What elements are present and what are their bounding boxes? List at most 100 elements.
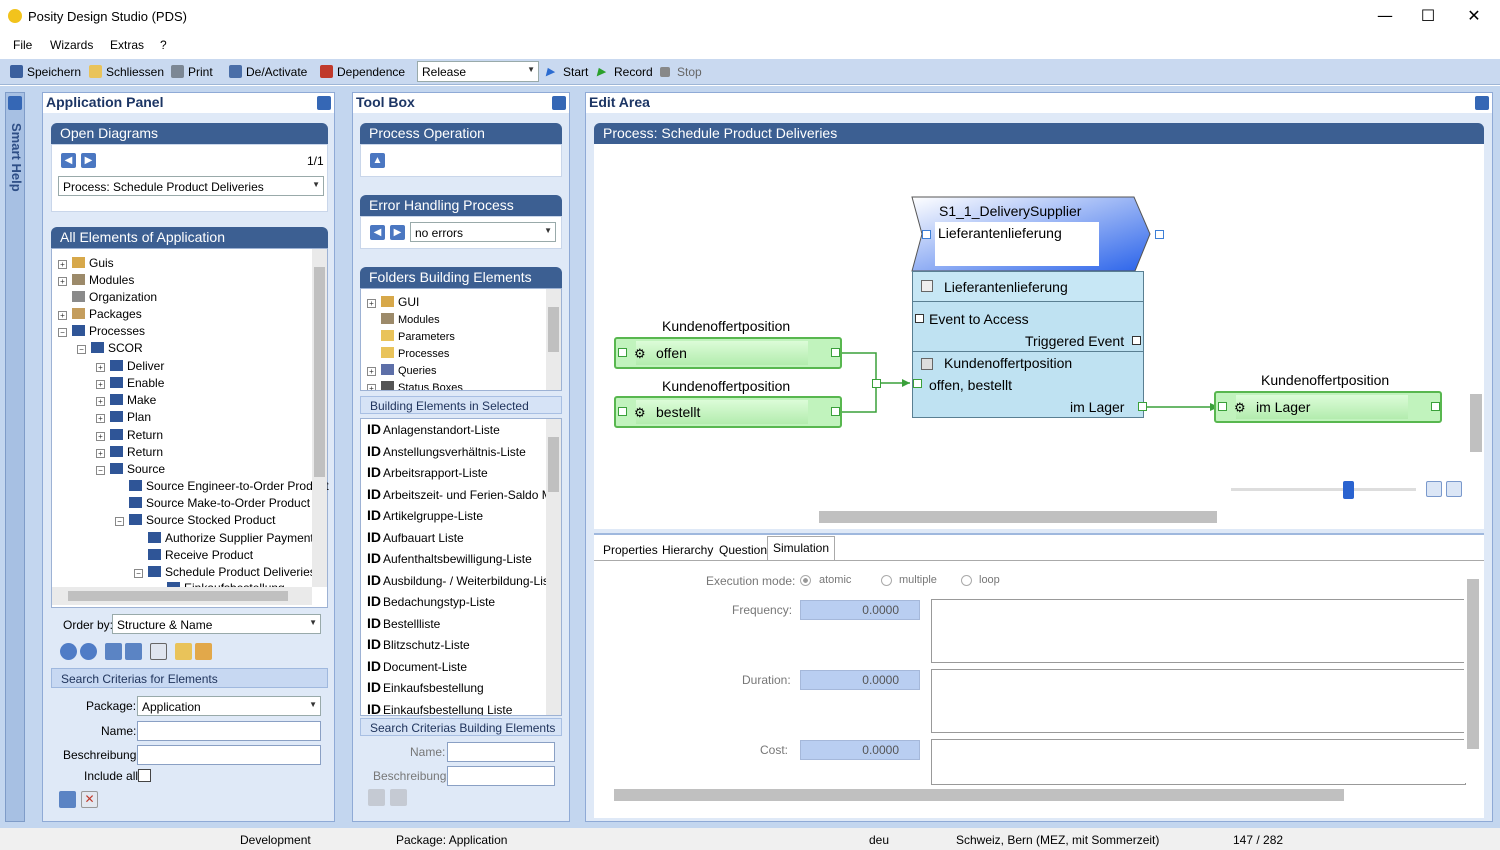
scroll-thumb[interactable] [614, 789, 1344, 801]
close-button[interactable]: ✕ [1459, 6, 1489, 26]
radio-multiple[interactable] [881, 575, 892, 586]
tree-item[interactable]: Authorize Supplier Payment [148, 531, 314, 545]
print-button[interactable]: Print [171, 63, 213, 81]
zoom-slider-thumb[interactable] [1343, 481, 1354, 499]
order-by-select[interactable]: Structure & Name ▼ [112, 614, 321, 634]
dependence-button[interactable]: Dependence [320, 63, 405, 81]
duration-notes[interactable] [931, 669, 1466, 733]
frequency-input[interactable]: 0.0000 [800, 600, 920, 620]
scroll-thumb[interactable] [68, 591, 288, 601]
zoom-reset-icon[interactable] [1446, 481, 1462, 497]
supplier-name-input[interactable]: Lieferantenlieferung [935, 222, 1099, 266]
pin-icon[interactable] [552, 96, 566, 110]
pin-icon[interactable] [1475, 96, 1489, 110]
tree-item[interactable]: + Plan [96, 410, 151, 424]
search-icon[interactable] [368, 789, 385, 806]
maximize-button[interactable]: ☐ [1413, 6, 1443, 26]
search-icon[interactable] [59, 791, 76, 808]
vertical-scrollbar[interactable] [1467, 144, 1484, 507]
horizontal-scrollbar[interactable] [52, 587, 312, 605]
record-button[interactable]: ▶ Record [597, 63, 653, 81]
list-item[interactable]: ID Bestellliste [367, 615, 440, 631]
diagram-canvas[interactable]: S1_1_DeliverySupplier Lieferantenlieferu… [594, 144, 1484, 529]
collapse-all-icon[interactable] [80, 643, 97, 660]
cost-input[interactable]: 0.0000 [800, 740, 920, 760]
triggered-event-port[interactable] [1132, 336, 1141, 345]
operation-box[interactable]: Lieferantenlieferung Event to Access Tri… [912, 271, 1144, 418]
tree-item[interactable]: + Deliver [96, 359, 164, 373]
menu-extras[interactable]: Extras [110, 38, 144, 52]
list-item[interactable]: ID Anlagenstandort-Liste [367, 421, 500, 437]
tree-item[interactable]: + Make [96, 393, 156, 407]
status-node-offen[interactable]: ⚙ offen [614, 337, 842, 369]
list-item[interactable]: ID Einkaufsbestellung Liste [367, 701, 512, 715]
tree-item[interactable]: Processes [381, 346, 449, 360]
tree-item[interactable]: + Return [96, 445, 163, 459]
back-arrow-icon[interactable]: ◀ [370, 225, 385, 240]
scroll-thumb[interactable] [548, 437, 559, 492]
forward-arrow-icon[interactable]: ▶ [390, 225, 405, 240]
list-item[interactable]: ID Aufenthaltsbewilligung-Liste [367, 550, 532, 566]
package-select[interactable]: Application ▼ [137, 696, 321, 716]
menu-help[interactable]: ? [160, 38, 167, 52]
radio-atomic[interactable] [800, 575, 811, 586]
delete-folder-icon[interactable] [195, 643, 212, 660]
tab-question[interactable]: Question [714, 539, 772, 561]
status-node-bestellt[interactable]: ⚙ bestellt [614, 396, 842, 428]
menu-wizards[interactable]: Wizards [50, 38, 93, 52]
name-input[interactable] [137, 721, 321, 741]
pin-icon[interactable] [317, 96, 331, 110]
tree-item[interactable]: + Guis [58, 256, 114, 270]
vertical-scrollbar[interactable] [546, 419, 561, 715]
frequency-notes[interactable] [931, 599, 1466, 663]
duration-input[interactable]: 0.0000 [800, 670, 920, 690]
tree-item[interactable]: Parameters [381, 329, 455, 343]
building-elements-list[interactable]: ID Anlagenstandort-Liste ID Anstellungsver… [360, 418, 562, 716]
list-item[interactable]: ID Blitzschutz-Liste [367, 636, 470, 652]
vertical-scrollbar[interactable] [1464, 563, 1481, 783]
tree-item[interactable]: − Schedule Product Deliveries [134, 565, 316, 579]
scroll-thumb[interactable] [548, 307, 559, 352]
tree-item[interactable]: Receive Product [148, 548, 253, 562]
horizontal-scrollbar[interactable] [594, 785, 1464, 803]
diagram-select[interactable]: Process: Schedule Product Deliveries ▼ [58, 176, 324, 196]
vertical-scrollbar[interactable] [312, 249, 327, 587]
tab-properties[interactable]: Properties [598, 539, 663, 561]
menu-file[interactable]: File [13, 38, 32, 52]
tree-item[interactable]: Modules [381, 312, 440, 326]
tree-item[interactable]: Source Engineer-to-Order Product [129, 479, 329, 493]
list-item[interactable]: ID Bedachungstyp-Liste [367, 593, 495, 609]
sort-up-icon[interactable] [105, 643, 122, 660]
list-item[interactable]: ID Arbeitszeit- und Ferien-Saldo Mit [367, 486, 558, 502]
radio-loop[interactable] [961, 575, 972, 586]
list-item[interactable]: ID Document-Liste [367, 658, 467, 674]
tree-item[interactable]: + GUI [367, 295, 419, 309]
description-input[interactable] [447, 766, 555, 786]
list-item[interactable]: ID Aufbauart Liste [367, 529, 464, 545]
smart-help-sidebar[interactable]: Smart Help [5, 92, 25, 822]
elements-tree[interactable]: + Guis + Modules Organization + Packages − P… [51, 248, 329, 608]
upload-icon[interactable]: ▲ [370, 153, 385, 168]
port[interactable] [1138, 402, 1147, 411]
activate-button[interactable]: De/Activate [229, 63, 307, 81]
tree-item[interactable]: + Modules [58, 273, 134, 287]
tree-item[interactable]: + Packages [58, 307, 142, 321]
event-checkbox[interactable] [915, 314, 924, 323]
minimize-button[interactable]: — [1370, 6, 1400, 26]
scroll-thumb[interactable] [819, 511, 1217, 523]
error-handling-select[interactable]: no errors ▼ [410, 222, 556, 242]
tree-item[interactable]: Organization [72, 290, 157, 304]
port[interactable] [913, 379, 922, 388]
list-item[interactable]: ID Anstellungsverhältnis-Liste [367, 443, 526, 459]
include-all-checkbox[interactable] [138, 769, 151, 782]
cost-notes[interactable] [931, 739, 1466, 785]
tree-item[interactable]: − SCOR [77, 341, 143, 355]
tree-item[interactable]: Source Make-to-Order Product [129, 496, 310, 510]
junction-port[interactable] [872, 379, 881, 388]
start-button[interactable]: ▶ Start [546, 63, 588, 81]
clear-search-icon[interactable] [390, 789, 407, 806]
sort-down-icon[interactable] [125, 643, 142, 660]
tree-item[interactable]: + Enable [96, 376, 164, 390]
list-item[interactable]: ID Einkaufsbestellung [367, 679, 484, 695]
close-doc-button[interactable]: Schliessen [89, 63, 164, 81]
